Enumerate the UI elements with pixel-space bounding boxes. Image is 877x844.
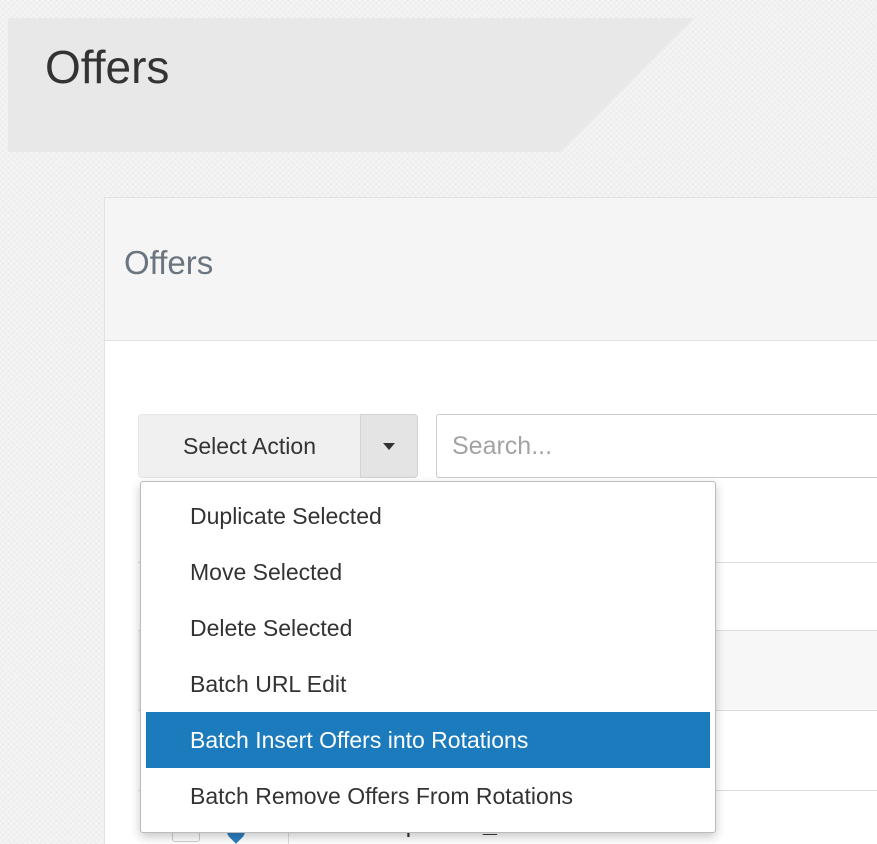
caret-down-icon [383,442,395,450]
menu-item-batch-insert-offers[interactable]: Batch Insert Offers into Rotations [146,712,710,768]
menu-item-duplicate-selected[interactable]: Duplicate Selected [146,488,710,544]
select-action-dropdown: Duplicate Selected Move Selected Delete … [140,481,716,833]
select-action-group: Select Action [138,414,418,478]
select-action-toggle[interactable] [360,414,418,478]
search-input[interactable] [436,414,877,478]
menu-item-delete-selected[interactable]: Delete Selected [146,600,710,656]
page-title: Offers [45,41,170,93]
select-action-button[interactable]: Select Action [138,414,360,478]
menu-item-move-selected[interactable]: Move Selected [146,544,710,600]
menu-item-batch-remove-offers[interactable]: Batch Remove Offers From Rotations [146,768,710,824]
menu-item-batch-url-edit[interactable]: Batch URL Edit [146,656,710,712]
panel-heading: Offers [105,198,877,341]
panel-title: Offers [124,244,214,281]
